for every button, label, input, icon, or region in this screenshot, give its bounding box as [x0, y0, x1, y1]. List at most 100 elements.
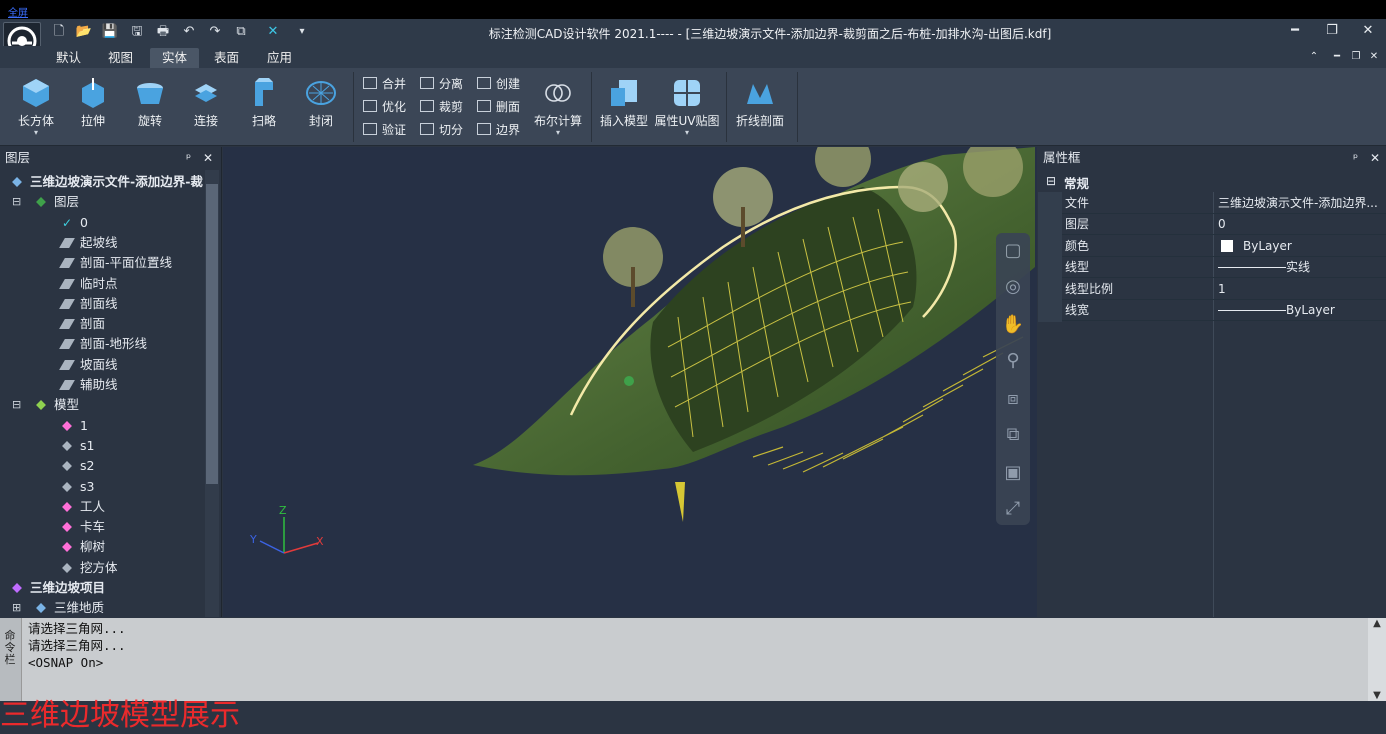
tree-item[interactable]: ⊟ 图层	[0, 192, 205, 212]
tree-item[interactable]: 挖方体	[0, 558, 205, 578]
tree-item[interactable]: ⊞ 三维地质	[0, 598, 205, 618]
property-row[interactable]: 颜色 ByLayer	[1062, 236, 1386, 257]
tree-item[interactable]: 卡车	[0, 517, 205, 537]
tree-item[interactable]: 三维边坡项目	[0, 578, 205, 598]
tree-item[interactable]: 柳树	[0, 537, 205, 557]
collapse-section-icon[interactable]: ⊟	[1046, 174, 1056, 188]
insert-model-button[interactable]: 插入模型	[597, 72, 651, 129]
insert-model-icon	[607, 76, 641, 110]
command-side-tab: 命令栏	[0, 618, 22, 701]
tree-item[interactable]: 起坡线	[0, 233, 205, 253]
excel-export-icon[interactable]: ✕	[264, 24, 282, 40]
command-area[interactable]	[0, 618, 1386, 701]
extrude-button[interactable]: 拉伸	[67, 72, 119, 129]
pin-icon[interactable]: ᵖ	[1353, 151, 1358, 165]
open-file-icon[interactable]: 📂	[75, 24, 93, 40]
tree-item[interactable]: 工人	[0, 497, 205, 517]
view-box-icon[interactable]: ⧈	[1001, 387, 1025, 411]
tab-0[interactable]: 默认	[44, 48, 93, 68]
layers-scrollbar[interactable]	[205, 170, 219, 617]
verify-icon	[363, 123, 377, 135]
tree-item[interactable]: 剖面-地形线	[0, 334, 205, 354]
uv-map-button[interactable]: 属性UV贴图 ▾	[653, 72, 721, 137]
property-row[interactable]: 线宽 ByLayer	[1062, 300, 1386, 321]
layer-icon	[59, 258, 75, 269]
print-icon[interactable]: 🖶	[154, 24, 172, 40]
tree-item[interactable]: ✓ 0	[0, 213, 205, 233]
panel-close-icon[interactable]: ✕	[1370, 151, 1380, 165]
view-box-solid-icon[interactable]: ▣	[1001, 461, 1025, 485]
zoom-icon[interactable]: ⚲	[1001, 349, 1025, 373]
tree-item[interactable]: s1	[0, 436, 205, 456]
tab-2[interactable]: 实体	[150, 48, 200, 68]
view-cube-icon[interactable]: ⧉	[232, 24, 250, 40]
layer-icon	[59, 237, 75, 248]
verify-button[interactable]: 验证	[363, 120, 406, 140]
tree-expander-icon[interactable]: ⊟	[12, 192, 21, 212]
chevron-up-icon[interactable]: ▲	[1368, 618, 1386, 629]
property-row[interactable]: 线型 实线	[1062, 257, 1386, 279]
close-mesh-button[interactable]: 封闭	[295, 72, 347, 129]
minimize-icon[interactable]: ━	[1283, 22, 1307, 40]
restore-icon[interactable]: ❐	[1320, 22, 1344, 40]
customize-dropdown-icon[interactable]: ▾	[293, 24, 311, 40]
spike-marker	[675, 482, 685, 522]
pin-icon[interactable]: ᵖ	[186, 151, 191, 165]
tree-item[interactable]: 辅助线	[0, 375, 205, 395]
property-row[interactable]: 线型比例 1	[1062, 279, 1386, 300]
view-box-side-icon[interactable]: ⧉	[1001, 423, 1025, 447]
tree-expander-icon[interactable]: ⊞	[12, 598, 21, 618]
chevron-down-icon[interactable]: ▼	[1368, 690, 1386, 701]
orbit-icon[interactable]: ◎	[1001, 275, 1025, 299]
tree-item[interactable]: 剖面线	[0, 294, 205, 314]
tree-expander-icon[interactable]: ⊟	[12, 395, 21, 415]
boolean-button[interactable]: 布尔计算 ▾	[530, 72, 586, 137]
tab-4[interactable]: 应用	[255, 48, 304, 68]
new-file-icon[interactable]: 🗋	[50, 24, 68, 40]
tree-item[interactable]: 临时点	[0, 274, 205, 294]
sweep-button[interactable]: 扫略	[238, 72, 290, 129]
boundary-button[interactable]: 边界	[477, 120, 520, 140]
tree-item[interactable]: ⊟ 模型	[0, 395, 205, 415]
fullscreen-link[interactable]: 全屏	[8, 4, 28, 19]
tree-item[interactable]: 剖面-平面位置线	[0, 253, 205, 273]
separate-button[interactable]: 分离	[420, 74, 463, 94]
property-row[interactable]: 图层 0	[1062, 214, 1386, 236]
command-scrollbar[interactable]: ▲ ▼	[1368, 618, 1386, 701]
split-button[interactable]: 切分	[420, 120, 463, 140]
optimize-button[interactable]: 优化	[363, 97, 406, 117]
polyline-section-button[interactable]: 折线剖面	[731, 72, 789, 129]
close-icon[interactable]: ✕	[1356, 22, 1380, 40]
merge-button[interactable]: 合并	[363, 74, 406, 94]
3d-viewport[interactable]	[223, 147, 1037, 617]
tab-3[interactable]: 表面	[202, 48, 251, 68]
box-button[interactable]: 长方体 ▾	[10, 72, 62, 137]
tree-item[interactable]: 坡面线	[0, 355, 205, 375]
view-square-icon[interactable]: ▢	[1001, 239, 1025, 263]
tree-item[interactable]: s3	[0, 477, 205, 497]
property-key: 颜色	[1065, 238, 1090, 253]
panel-close-icon[interactable]: ✕	[203, 151, 213, 165]
revolve-button[interactable]: 旋转	[124, 72, 176, 129]
save-as-icon[interactable]: 🖫	[128, 24, 146, 40]
polyline-section-icon	[743, 76, 777, 110]
undo-icon[interactable]: ↶	[180, 24, 198, 40]
tree-item[interactable]: 三维边坡演示文件-添加边界-裁	[0, 172, 205, 192]
tree-item-label: 图层	[54, 194, 80, 210]
trim-button[interactable]: 裁剪	[420, 97, 463, 117]
pan-hand-icon[interactable]: ✋	[1001, 313, 1025, 337]
tree-item[interactable]: 1	[0, 416, 205, 436]
tree-item-label: 工人	[80, 498, 106, 514]
connect-button[interactable]: 连接	[180, 72, 232, 129]
delete-face-button[interactable]: 删面	[477, 97, 520, 117]
tab-1[interactable]: 视图	[96, 48, 145, 68]
ribbon-collapse-icon[interactable]: ⌃	[1302, 48, 1326, 66]
property-row[interactable]: 文件 三维边坡演示文件-添加边界...	[1062, 193, 1386, 214]
tree-item[interactable]: s2	[0, 456, 205, 476]
create-button[interactable]: 创建	[477, 74, 520, 94]
doc-close-icon[interactable]: ✕	[1362, 48, 1386, 66]
tree-item[interactable]: 剖面	[0, 314, 205, 334]
zoom-extents-icon[interactable]: ⤢	[1001, 497, 1025, 521]
redo-icon[interactable]: ↷	[206, 24, 224, 40]
save-icon[interactable]: 💾	[101, 24, 119, 40]
